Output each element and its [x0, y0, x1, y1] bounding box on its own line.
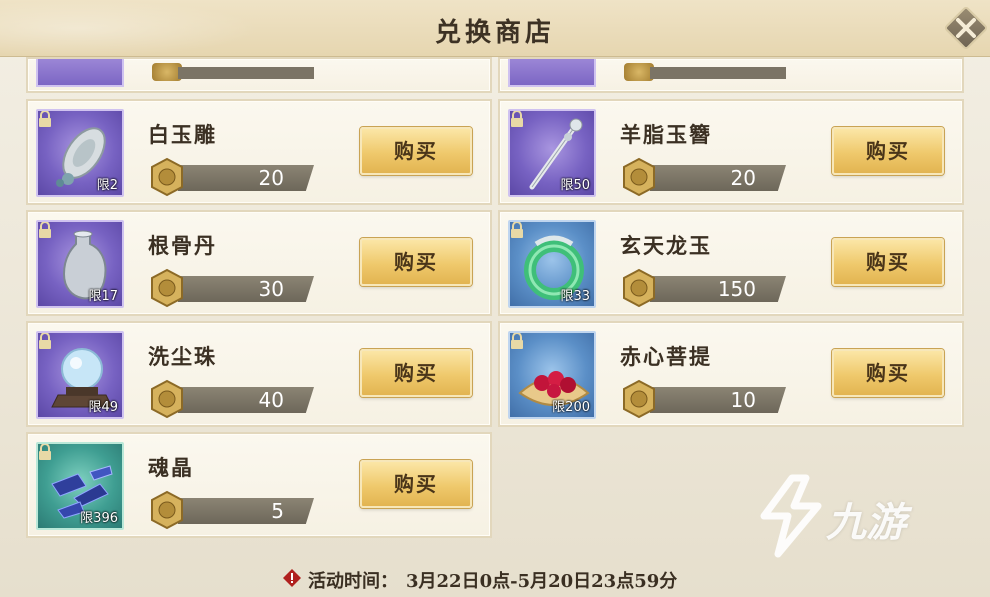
logo-icon	[760, 474, 822, 558]
dragon-jade-icon: 限33	[508, 220, 596, 308]
purchase-limit: 限17	[88, 289, 118, 304]
event-time-label: 活动时间：	[308, 571, 398, 592]
crystal-ball-icon: 限49	[36, 331, 124, 419]
jade-hairpin-icon: 限50	[508, 109, 596, 197]
item-name: 魂晶	[148, 455, 194, 480]
item-name: 羊脂玉簪	[620, 122, 712, 147]
shop-item-card: 限2 白玉雕 20 购买	[26, 99, 492, 205]
shop-item-card-partial	[498, 57, 964, 93]
purchase-limit: 限200	[552, 400, 590, 415]
warning-icon	[283, 569, 301, 587]
lock-icon	[511, 333, 523, 349]
item-price: 30	[258, 277, 284, 301]
lock-icon	[39, 444, 51, 460]
soul-crystal-icon: 限396	[36, 442, 124, 530]
shop-item-card: 限33 玄天龙玉 150 购买	[498, 210, 964, 316]
buy-button[interactable]: 购买	[832, 127, 944, 175]
item-name: 白玉雕	[148, 122, 217, 147]
item-name: 洗尘珠	[148, 344, 217, 369]
buy-button[interactable]: 购买	[832, 238, 944, 286]
shop-item-card: 限50 羊脂玉簪 20 购买	[498, 99, 964, 205]
shop-item-card: 限17 根骨丹 30 购买	[26, 210, 492, 316]
purchase-limit: 限49	[88, 400, 118, 415]
purchase-limit: 限396	[80, 511, 118, 526]
lock-icon	[511, 111, 523, 127]
shop-item-card: 限396 魂晶 5 购买	[26, 432, 492, 538]
item-name: 赤心菩提	[620, 344, 712, 369]
purchase-limit: 限50	[560, 178, 590, 193]
close-icon	[956, 18, 976, 38]
buy-button[interactable]: 购买	[360, 349, 472, 397]
event-time-value: 3月22日0点-5月20日23点59分	[406, 571, 678, 592]
buy-button[interactable]: 购买	[360, 127, 472, 175]
item-price: 10	[730, 388, 756, 412]
buy-button[interactable]: 购买	[832, 349, 944, 397]
item-name: 根骨丹	[148, 233, 217, 258]
buy-button[interactable]: 购买	[360, 460, 472, 508]
red-beads-icon: 限200	[508, 331, 596, 419]
watermark-logo: 九游	[752, 470, 962, 560]
item-price: 40	[258, 388, 284, 412]
shop-item-card-partial	[26, 57, 492, 93]
purchase-limit: 限2	[96, 178, 118, 193]
shop-item-card: 限200 赤心菩提 10 购买	[498, 321, 964, 427]
lock-icon	[511, 222, 523, 238]
item-price: 150	[717, 277, 756, 301]
jade-carving-icon: 限2	[36, 109, 124, 197]
header-bar: 兑换商店	[0, 0, 990, 57]
page-title: 兑换商店	[434, 18, 555, 48]
shop-item-card: 限49 洗尘珠 40 购买	[26, 321, 492, 427]
watermark-text: 九游	[826, 500, 906, 546]
item-price: 20	[258, 166, 284, 190]
item-name: 玄天龙玉	[620, 233, 712, 258]
lock-icon	[39, 111, 51, 127]
buy-button[interactable]: 购买	[360, 238, 472, 286]
lock-icon	[39, 333, 51, 349]
lock-icon	[39, 222, 51, 238]
close-button[interactable]	[943, 5, 989, 51]
vase-icon: 限17	[36, 220, 124, 308]
item-price: 20	[730, 166, 756, 190]
purchase-limit: 限33	[560, 289, 590, 304]
event-time-bar: 活动时间： 3月22日0点-5月20日23点59分	[0, 560, 990, 597]
item-price: 5	[271, 499, 284, 523]
